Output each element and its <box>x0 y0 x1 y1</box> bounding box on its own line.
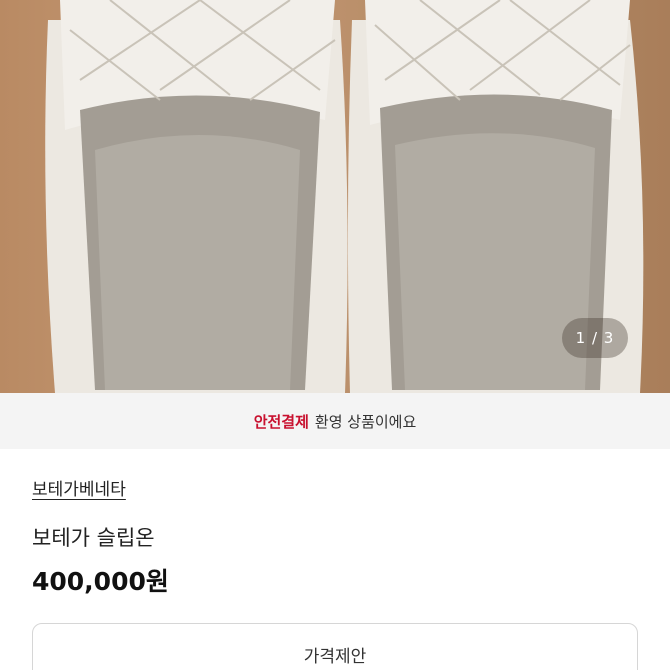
product-price: 400,000원 <box>32 567 169 596</box>
image-counter: 1 / 3 <box>562 318 628 358</box>
brand-link[interactable]: 보테가베네타 <box>32 475 126 500</box>
safe-payment-text: 환영 상품이에요 <box>314 412 417 431</box>
product-image[interactable]: 1 / 3 <box>0 0 670 393</box>
price-offer-button[interactable]: 가격제안 <box>32 623 638 670</box>
safe-payment-label: 안전결제 <box>253 412 309 431</box>
safe-payment-banner: 안전결제 환영 상품이에요 <box>0 393 670 449</box>
product-title: 보테가 슬립온 <box>32 526 155 550</box>
